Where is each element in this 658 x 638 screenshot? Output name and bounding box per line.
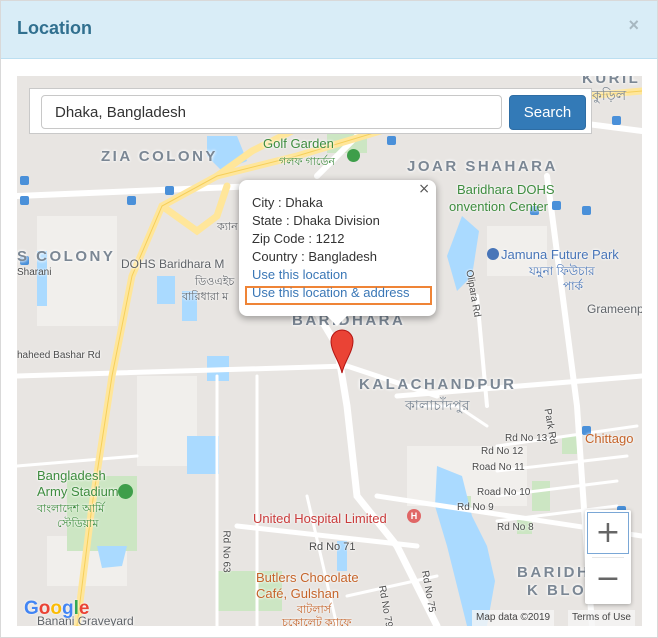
poi-golf-garden[interactable]: Golf Garden xyxy=(263,136,334,151)
poi-baridhara-dohs[interactable]: Baridhara DOHS xyxy=(457,182,555,197)
modal-header: Location × xyxy=(1,1,657,59)
poi-jamuna-future-park[interactable]: Jamuna Future Park xyxy=(501,247,619,262)
poi-bd-army-stadium-2[interactable]: Army Stadium xyxy=(37,484,119,499)
area-label-zia-colony: ZIA COLONY xyxy=(101,148,218,165)
search-bar: Search xyxy=(29,88,592,134)
zoom-divider xyxy=(592,557,624,558)
zoom-control: + − xyxy=(585,510,631,604)
google-logo[interactable]: Google xyxy=(24,598,89,620)
poi-united-hospital[interactable]: United Hospital Limited xyxy=(253,511,387,526)
poi-dohs-baridhara[interactable]: DOHS Baridhara M xyxy=(121,257,224,271)
poi-dohs-bn-2: বারিধারা ম xyxy=(182,291,229,303)
modal-title: Location xyxy=(17,18,92,38)
golf-icon xyxy=(347,149,360,162)
shopping-icon xyxy=(487,248,499,260)
hospital-icon: H xyxy=(407,509,421,523)
road-shaheed-bashar: haheed Bashar Rd xyxy=(17,350,101,361)
poi-butlers-2[interactable]: Café, Gulshan xyxy=(256,586,339,601)
poi-jamuna-bn: যমুনা ফিউচার xyxy=(529,264,595,278)
area-label-joar-shahara: JOAR SHAHARA xyxy=(407,158,558,175)
close-icon[interactable]: × xyxy=(628,15,639,36)
poi-cant: ক্যান xyxy=(217,221,238,233)
poi-butlers[interactable]: Butlers Chocolate xyxy=(256,570,359,585)
road-10: Road No 10 xyxy=(477,487,531,498)
search-button[interactable]: Search xyxy=(509,95,586,130)
road-63: Rd No 63 xyxy=(220,530,232,573)
search-input[interactable] xyxy=(41,95,502,129)
map[interactable]: ZIA COLONY S COLONY JOAR SHAHARA BARIDHA… xyxy=(17,76,642,626)
use-location-link[interactable]: Use this location xyxy=(252,267,347,282)
zoom-in-button[interactable]: + xyxy=(587,512,629,554)
road-sharani: Sharani xyxy=(17,267,52,278)
road-71: Rd No 71 xyxy=(309,541,356,553)
map-pin-icon[interactable] xyxy=(330,328,354,374)
info-window: × City : Dhaka State : Dhaka Division Zi… xyxy=(239,180,436,326)
road-11: Road No 11 xyxy=(472,462,525,473)
terms-of-use-link[interactable]: Terms of Use xyxy=(568,610,635,626)
zoom-out-button[interactable]: − xyxy=(587,559,629,601)
area-label-kuril-bn: কুড়িল xyxy=(592,87,627,103)
google-logo-text: Google xyxy=(24,598,90,619)
poi-jamuna-bn-2: পার্ক xyxy=(563,279,584,293)
road-12: Rd No 12 xyxy=(481,446,524,457)
poi-grameenphone[interactable]: Grameenpł xyxy=(587,302,642,316)
stadium-icon xyxy=(118,484,133,499)
info-close-icon[interactable]: × xyxy=(418,181,430,197)
poi-convention-center[interactable]: onvention Center xyxy=(449,199,548,214)
info-state: State : Dhaka Division xyxy=(252,213,380,228)
area-label-kalachandpur: KALACHANDPUR xyxy=(359,376,517,393)
road-13: Rd No 13 xyxy=(505,433,548,444)
poi-chittagong[interactable]: Chittago xyxy=(585,431,633,446)
info-city: City : Dhaka xyxy=(252,195,323,210)
road-9: Rd No 9 xyxy=(457,502,494,513)
poi-golf-garden-bn: গলফ গার্ডেন xyxy=(279,156,335,168)
poi-bd-army-stadium[interactable]: Bangladesh xyxy=(37,468,106,483)
area-label-colony: S COLONY xyxy=(17,248,116,265)
info-country: Country : Bangladesh xyxy=(252,249,378,264)
poi-butlers-bn-2: চকোলেট ক্যাফে xyxy=(282,617,352,626)
area-label-kalachandpur-bn: কালাচাঁদপুর xyxy=(405,397,470,413)
road-8: Rd No 8 xyxy=(497,522,534,533)
map-data-attribution: Map data ©2019 xyxy=(472,610,555,626)
info-zip: Zip Code : 1212 xyxy=(252,231,345,246)
poi-bd-army-bn-2: স্টেডিয়াম xyxy=(57,518,99,530)
use-location-address-link[interactable]: Use this location & address xyxy=(252,285,410,300)
location-modal: Location × ZIA COLONY S COLONY JOAR SHAH… xyxy=(0,0,658,638)
